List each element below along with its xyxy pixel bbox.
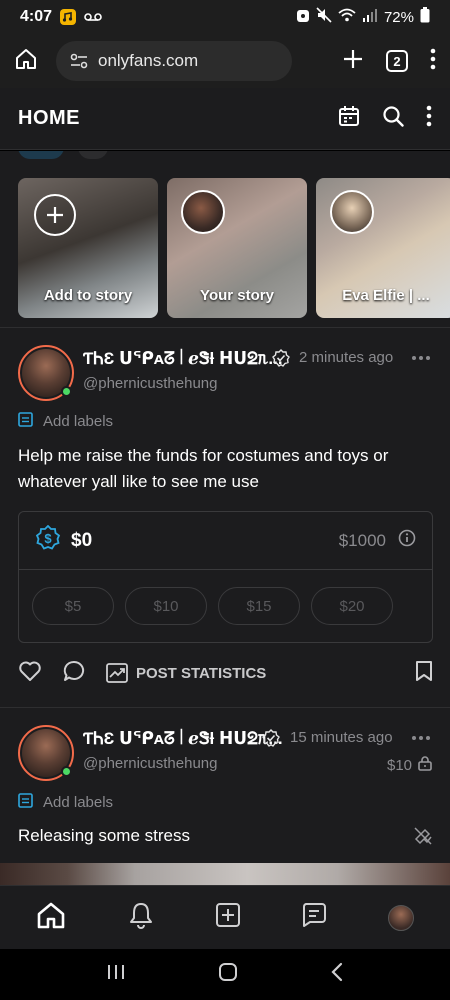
recent-apps-icon[interactable] (106, 963, 126, 986)
post-price: $10 (387, 755, 432, 775)
app-header: HOME (0, 88, 450, 150)
story-label: Eva Elfie | ... (342, 287, 430, 304)
tip-amount-options: $5 $10 $15 $20 (32, 587, 393, 625)
post-statistics-button[interactable]: POST STATISTICS (106, 663, 266, 683)
bell-icon[interactable] (127, 901, 155, 934)
story-label: Add to story (43, 287, 133, 304)
tip-button[interactable]: $20 (311, 587, 393, 625)
messages-icon[interactable] (301, 902, 327, 933)
battery-percent: 72% (383, 8, 414, 26)
browser-toolbar: onlyfans.com 2 (0, 34, 450, 88)
lock-icon (418, 755, 432, 775)
story-label: Your story (200, 287, 274, 304)
post-statistics-label: POST STATISTICS (136, 664, 267, 682)
page-title: HOME (18, 107, 80, 129)
home-feed[interactable]: Add to story Your story Eva Elfie | ... … (0, 151, 450, 885)
calendar-icon[interactable] (338, 105, 360, 132)
tip-button[interactable]: $15 (218, 587, 300, 625)
notification-app-icon (60, 9, 77, 25)
search-icon[interactable] (382, 105, 404, 132)
info-icon[interactable] (398, 529, 416, 552)
story-yours[interactable]: Your story (167, 178, 307, 318)
voicemail-icon (84, 12, 102, 22)
post-price-value: $10 (387, 756, 413, 774)
author-name[interactable]: ƬᏂƐ ᑌᕿᴀᘔ꒐ℯᏕƚ ᕼᑌᘖᥰ... (83, 347, 283, 369)
author-handle[interactable]: @phernicusthehung (83, 375, 218, 392)
more-options-icon[interactable] (426, 105, 432, 132)
post-text: Help me raise the funds for costumes and… (18, 446, 389, 491)
site-settings-icon[interactable] (70, 53, 88, 69)
post-options-icon[interactable] (412, 356, 430, 360)
post-actions: POST STATISTICS (18, 659, 433, 687)
bookmark-icon[interactable] (415, 660, 433, 687)
bottom-tab-bar (0, 885, 450, 949)
tip-button[interactable]: $10 (125, 587, 207, 625)
verified-icon (272, 349, 290, 367)
add-labels-text: Add labels (43, 794, 114, 811)
system-navigation-bar (0, 949, 450, 1000)
comment-icon[interactable] (62, 659, 86, 688)
add-story-plus-icon (34, 194, 76, 236)
svg-text:$: $ (44, 531, 52, 546)
status-bar: 4:07 72% (0, 0, 450, 34)
label-icon (18, 793, 33, 812)
story-avatar (330, 190, 374, 234)
alarm-icon (296, 7, 310, 27)
battery-icon (420, 7, 430, 27)
fundraiser-card: $ $0 $1000 $5 $10 $15 $20 (18, 511, 433, 643)
fundraiser-goal: $1000 (338, 530, 386, 550)
tip-button[interactable]: $5 (32, 587, 114, 625)
story-creator[interactable]: Eva Elfie | ... (316, 178, 450, 318)
author-avatar[interactable] (18, 725, 74, 781)
label-icon (18, 412, 33, 431)
post-time: 15 minutes ago (290, 729, 393, 746)
post-options-icon[interactable] (412, 736, 430, 740)
browser-menu-icon[interactable] (430, 48, 436, 75)
fundraiser-progress-row: $ $0 $1000 (19, 512, 432, 570)
verified-icon (262, 729, 280, 747)
post-media-preview[interactable] (0, 863, 450, 885)
post-time: 2 minutes ago (299, 349, 394, 366)
feed-divider (0, 707, 450, 708)
author-name[interactable]: ƬᏂƐ ᑌᕿᴀᘔ꒐ℯᏕƚ ᕼᑌᘖᥰ... (83, 727, 283, 749)
mute-icon (316, 7, 332, 27)
fundraiser-raised: $0 (71, 529, 93, 551)
url-text: onlyfans.com (98, 51, 199, 70)
wifi-icon (338, 8, 356, 26)
back-icon[interactable] (330, 962, 344, 987)
address-bar[interactable]: onlyfans.com (56, 41, 292, 81)
like-icon[interactable] (18, 660, 42, 687)
tab-switcher-button[interactable]: 2 (386, 50, 408, 72)
add-labels-text: Add labels (43, 413, 114, 430)
system-home-icon[interactable] (218, 962, 238, 987)
add-labels-button[interactable]: Add labels (18, 412, 113, 431)
post-text: Releasing some stress (18, 826, 190, 845)
signal-icon (362, 8, 378, 26)
online-indicator (61, 386, 72, 397)
story-add[interactable]: Add to story (18, 178, 158, 318)
new-tab-icon[interactable] (342, 48, 364, 75)
status-time: 4:07 (20, 8, 53, 25)
browser-home-icon[interactable] (14, 47, 38, 76)
home-icon[interactable] (36, 901, 66, 934)
filter-chip-active[interactable] (18, 151, 64, 159)
filter-chips (18, 151, 108, 159)
online-indicator (61, 766, 72, 777)
author-avatar[interactable] (18, 345, 74, 401)
profile-avatar[interactable] (387, 904, 414, 931)
author-handle[interactable]: @phernicusthehung (83, 755, 218, 772)
add-labels-button[interactable]: Add labels (18, 793, 113, 812)
story-avatar (181, 190, 225, 234)
statistics-icon (106, 663, 128, 683)
add-post-icon[interactable] (215, 902, 241, 933)
stories-row: Add to story Your story Eva Elfie | ... (18, 178, 450, 318)
filter-chip[interactable] (78, 151, 108, 159)
hidden-preview-icon[interactable] (414, 827, 432, 850)
fundraiser-dollar-icon: $ (35, 524, 61, 556)
